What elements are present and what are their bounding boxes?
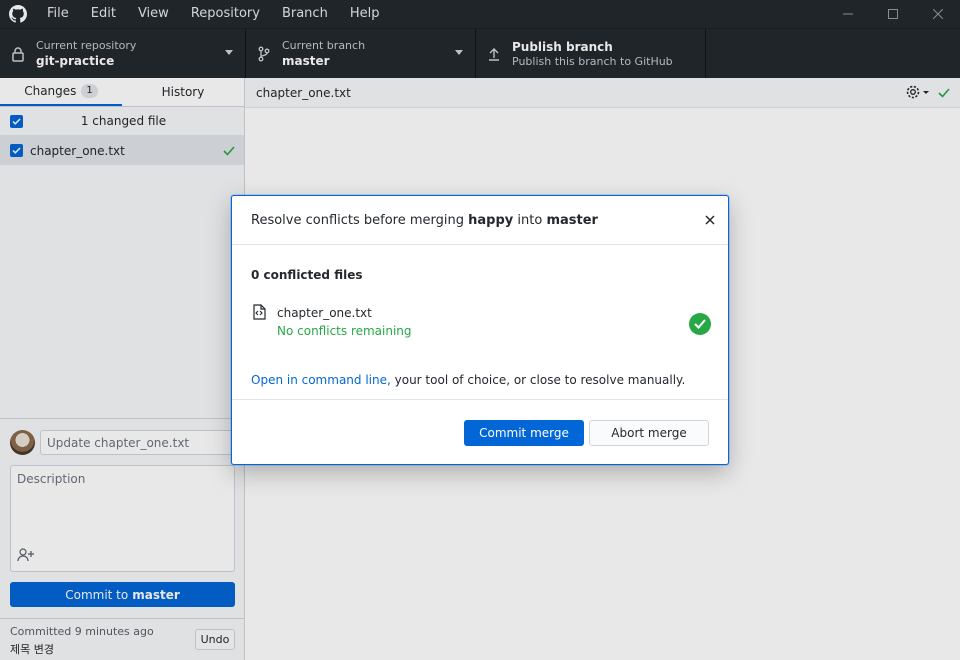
dialog-footer: Commit merge Abort merge	[232, 399, 728, 465]
conflicted-files-count: 0 conflicted files	[251, 268, 363, 282]
resolve-hint: Open in command line, your tool of choic…	[251, 373, 685, 387]
close-icon[interactable]	[703, 213, 717, 227]
source-branch-name: happy	[468, 212, 514, 228]
dialog-title-mid: into	[517, 212, 543, 228]
conflict-file-name: chapter_one.txt	[277, 306, 372, 320]
open-command-line-link[interactable]: Open in command line,	[251, 373, 391, 387]
commit-merge-button[interactable]: Commit merge	[464, 420, 584, 446]
dialog-title: Resolve conflicts before merging happy i…	[232, 196, 728, 245]
target-branch-name: master	[546, 212, 598, 228]
resolve-hint-text: your tool of choice, or close to resolve…	[390, 373, 686, 387]
abort-merge-button[interactable]: Abort merge	[589, 420, 709, 446]
file-diff-icon	[251, 304, 267, 323]
dialog-title-prefix: Resolve conflicts before merging	[251, 212, 465, 228]
list-item: chapter_one.txt No conflicts remaining	[251, 303, 711, 341]
merge-conflicts-dialog: Resolve conflicts before merging happy i…	[231, 195, 729, 465]
conflict-file-status: No conflicts remaining	[277, 324, 412, 338]
check-circle-icon	[689, 313, 711, 335]
